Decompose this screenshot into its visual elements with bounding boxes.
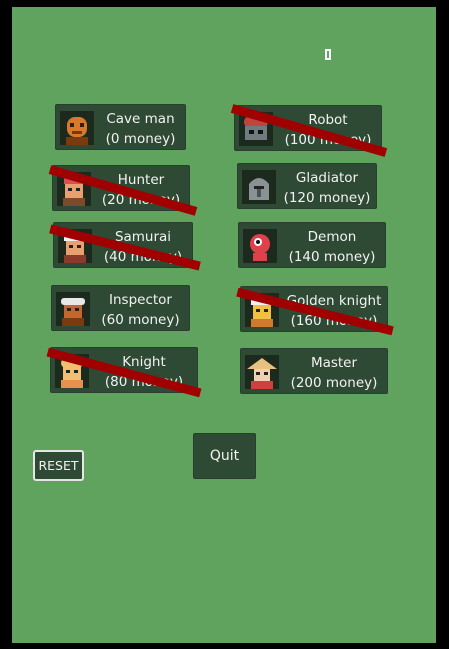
character-price: (200 money) <box>290 375 378 391</box>
character-button-knight[interactable]: Knight (80 money) <box>46 347 202 398</box>
inspector-portrait-icon <box>56 292 90 326</box>
character-name: Cave man <box>106 111 175 127</box>
character-name: Demon <box>307 229 357 245</box>
character-button-demon[interactable]: Demon (140 money) <box>238 222 386 268</box>
character-price: (120 money) <box>283 190 371 206</box>
caveman-portrait-icon <box>60 111 94 145</box>
character-price: (60 money) <box>101 312 180 328</box>
reset-button[interactable]: RESET <box>33 450 84 481</box>
master-portrait-icon <box>245 355 279 389</box>
character-button-golden-knight[interactable]: Golden knight (160 money) <box>236 286 394 336</box>
demon-portrait-icon <box>243 229 277 263</box>
money-indicator <box>325 49 331 60</box>
game-screen: Cave man (0 money) Robot (100 money) Hun… <box>12 7 436 643</box>
character-name: Inspector <box>109 292 172 308</box>
gladiator-portrait-icon <box>242 170 276 204</box>
character-button-master[interactable]: Master (200 money) <box>240 348 388 394</box>
character-name: Master <box>310 355 358 371</box>
character-price: (0 money) <box>105 131 176 147</box>
character-button-caveman[interactable]: Cave man (0 money) <box>55 104 186 150</box>
character-price: (140 money) <box>288 249 376 265</box>
character-button-gladiator[interactable]: Gladiator (120 money) <box>237 163 377 209</box>
quit-button[interactable]: Quit <box>193 433 256 479</box>
character-button-hunter[interactable]: Hunter (20 money) <box>48 165 198 216</box>
character-button-samurai[interactable]: Samurai (40 money) <box>49 222 201 271</box>
character-button-robot[interactable]: Robot (100 money) <box>230 104 388 157</box>
character-name: Gladiator <box>295 170 359 186</box>
character-button-inspector[interactable]: Inspector (60 money) <box>51 285 190 331</box>
